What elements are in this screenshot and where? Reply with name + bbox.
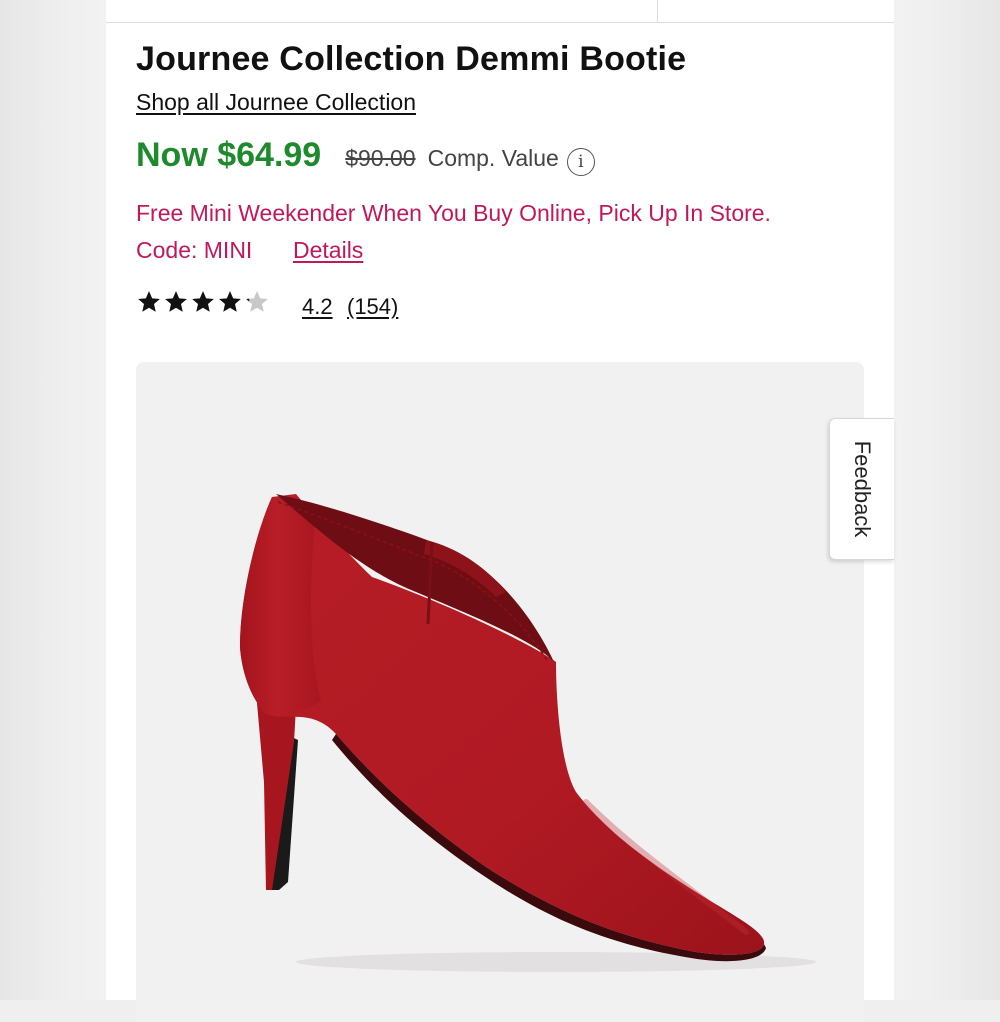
red-bootie-image: [240, 494, 816, 972]
product-image[interactable]: [136, 362, 864, 1022]
feedback-tab[interactable]: Feedback: [829, 418, 894, 560]
right-background: [894, 0, 1000, 1000]
now-price: Now $64.99: [136, 136, 322, 174]
review-count-link[interactable]: (154): [347, 294, 398, 320]
promo-code: Code: MINI: [136, 237, 253, 263]
star-filled-icon: [138, 291, 160, 312]
feedback-label: Feedback: [850, 440, 875, 538]
comp-value-label: Comp. Value: [427, 145, 559, 171]
shop-brand-link[interactable]: Shop all Journee Collection: [136, 89, 416, 116]
top-bar-divider: [657, 0, 658, 22]
info-icon[interactable]: i: [566, 148, 595, 176]
star-filled-icon: [165, 291, 187, 312]
star-filled-icon: [192, 291, 214, 312]
star-filled-icon: [219, 291, 241, 312]
star-partial-icon: [246, 291, 268, 312]
left-background: [0, 0, 106, 1000]
original-price: $90.00: [345, 145, 416, 171]
rating-value[interactable]: 4.2: [302, 294, 333, 320]
promo-details-link[interactable]: Details: [293, 237, 363, 264]
rating-stars[interactable]: [136, 289, 271, 315]
price-row: Now $64.99 $90.00 Comp. Value i: [136, 136, 595, 180]
product-panel: Journee Collection Demmi Bootie Shop all…: [106, 0, 894, 1022]
product-title: Journee Collection Demmi Bootie: [136, 40, 687, 78]
top-bar: [106, 0, 894, 23]
promo-text: Free Mini Weekender When You Buy Online,…: [136, 200, 771, 226]
